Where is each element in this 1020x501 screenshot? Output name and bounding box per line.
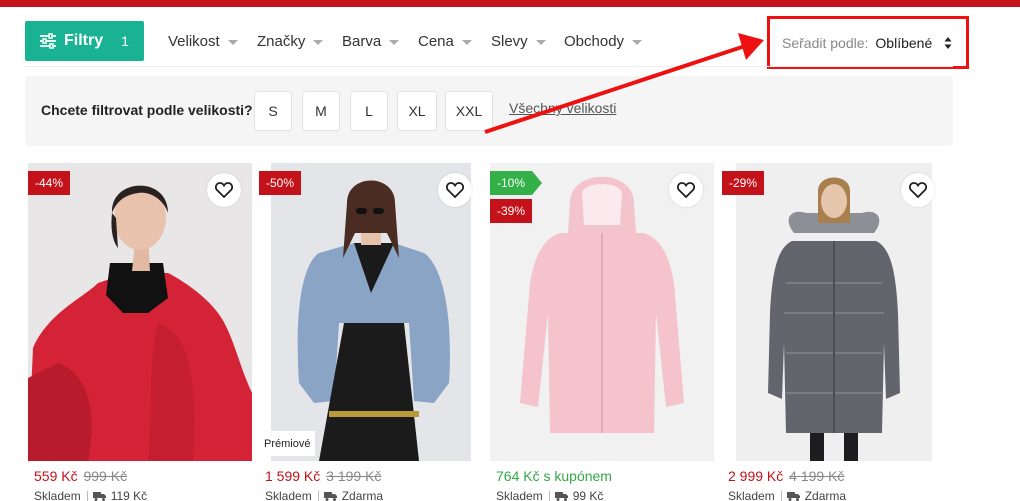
coupon-badge: -10% <box>490 171 543 195</box>
all-sizes-link[interactable]: Všechny velikosti <box>509 100 616 116</box>
price-current: 559 Kč <box>34 468 78 484</box>
truck-icon <box>323 492 337 501</box>
price-line: 1 599 Kč 3 199 Kč <box>265 468 381 484</box>
size-question: Chcete filtrovat podle velikosti? <box>41 102 253 118</box>
sort-updown-icon <box>944 37 952 49</box>
shipping-price: Zdarma <box>341 489 384 501</box>
price-original: 4 199 Kč <box>789 468 845 484</box>
discount-badge: -29% <box>722 171 765 195</box>
heart-icon <box>215 182 233 198</box>
sort-label: Seřadit podle: <box>782 34 869 51</box>
size-filter-panel: Chcete filtrovat podle velikosti? S M L … <box>25 76 953 146</box>
sort-value: Oblíbené <box>875 34 933 51</box>
price-original: 3 199 Kč <box>326 468 382 484</box>
truck-icon <box>554 492 568 501</box>
stock-line: Skladem 119 Kč <box>34 489 147 501</box>
product-card[interactable]: -29% 2 999 Kč 4 199 Kč Skladem Zdarma <box>722 163 946 501</box>
facet-label: Obchody <box>564 32 625 50</box>
price-current: 1 599 Kč <box>265 468 321 484</box>
shipping-price: 99 Kč <box>572 489 604 501</box>
wishlist-button[interactable] <box>438 173 472 207</box>
separator <box>780 490 782 501</box>
shipping-price: Zdarma <box>804 489 847 501</box>
facet-obchody[interactable]: Obchody <box>564 21 643 61</box>
separator <box>86 490 88 501</box>
filters-button[interactable]: Filtry 1 <box>25 21 144 61</box>
sort-select[interactable]: Seřadit podle: Oblíbené <box>767 16 969 69</box>
header-divider <box>25 66 953 67</box>
product-image[interactable] <box>28 163 252 461</box>
stock-line: Skladem 99 Kč <box>496 489 603 501</box>
coupon-badge-text: -10% <box>497 176 526 190</box>
product-card[interactable]: -10% -39% 764 Kč s kupónem Skladem 99 Kč <box>490 163 714 501</box>
coupon-dot <box>532 181 536 184</box>
facet-label: Velikost <box>168 32 220 50</box>
shipping-price: 119 Kč <box>110 489 148 501</box>
facet-slevy[interactable]: Slevy <box>491 21 546 61</box>
truck-icon <box>92 492 106 501</box>
separator <box>317 490 319 501</box>
product-card[interactable]: -50% Prémiové 1 599 Kč 3 199 Kč Skladem … <box>259 163 483 501</box>
filters-label: Filtry <box>64 32 104 49</box>
facet-barva[interactable]: Barva <box>342 21 400 61</box>
caret-down-icon <box>227 39 238 45</box>
wishlist-button[interactable] <box>207 173 241 207</box>
caret-down-icon <box>389 39 400 45</box>
facet-cena[interactable]: Cena <box>418 21 472 61</box>
product-image[interactable] <box>722 163 946 461</box>
coupon-price: 764 Kč s kupónem <box>496 468 612 484</box>
facet-label: Barva <box>342 32 382 50</box>
caret-down-icon <box>313 39 324 45</box>
sliders-icon <box>40 33 56 49</box>
size-button-m[interactable]: M <box>302 91 340 131</box>
heart-icon <box>909 182 927 198</box>
stock-status: Skladem <box>728 489 775 501</box>
stock-status: Skladem <box>265 489 312 501</box>
wishlist-button[interactable] <box>669 173 703 207</box>
filters-count: 1 <box>121 33 129 49</box>
price-line: 764 Kč s kupónem <box>496 468 612 484</box>
discount-badge: -44% <box>28 171 71 195</box>
caret-down-icon <box>632 39 643 45</box>
discount-badge: -39% <box>490 199 533 223</box>
truck-icon <box>786 492 800 501</box>
stock-line: Skladem Zdarma <box>265 489 383 501</box>
caret-down-icon <box>461 39 472 45</box>
price-current: 2 999 Kč <box>728 468 784 484</box>
facet-label: Slevy <box>491 32 528 50</box>
filter-row: Filtry 1 <box>25 21 144 61</box>
product-card[interactable]: -44% 559 Kč 999 Kč Skladem 119 Kč <box>28 163 252 501</box>
stock-line: Skladem Zdarma <box>728 489 846 501</box>
top-brand-bar <box>0 0 1020 7</box>
caret-down-icon <box>535 39 546 45</box>
product-image[interactable] <box>259 163 483 461</box>
size-button-l[interactable]: L <box>350 91 388 131</box>
facet-velikost[interactable]: Velikost <box>168 21 238 61</box>
price-line: 559 Kč 999 Kč <box>34 468 127 484</box>
premium-label: Prémiové <box>259 431 316 456</box>
facet-label: Značky <box>257 32 306 50</box>
stock-status: Skladem <box>34 489 81 501</box>
wishlist-button[interactable] <box>901 173 935 207</box>
stock-status: Skladem <box>496 489 543 501</box>
facet-znacky[interactable]: Značky <box>257 21 324 61</box>
price-line: 2 999 Kč 4 199 Kč <box>728 468 844 484</box>
separator <box>548 490 550 501</box>
discount-badge: -50% <box>259 171 302 195</box>
size-button-xxl[interactable]: XXL <box>445 91 493 131</box>
facet-label: Cena <box>418 32 454 50</box>
size-button-s[interactable]: S <box>254 91 292 131</box>
heart-icon <box>677 182 695 198</box>
heart-icon <box>446 182 464 198</box>
price-original: 999 Kč <box>83 468 128 484</box>
size-button-xl[interactable]: XL <box>397 91 437 131</box>
